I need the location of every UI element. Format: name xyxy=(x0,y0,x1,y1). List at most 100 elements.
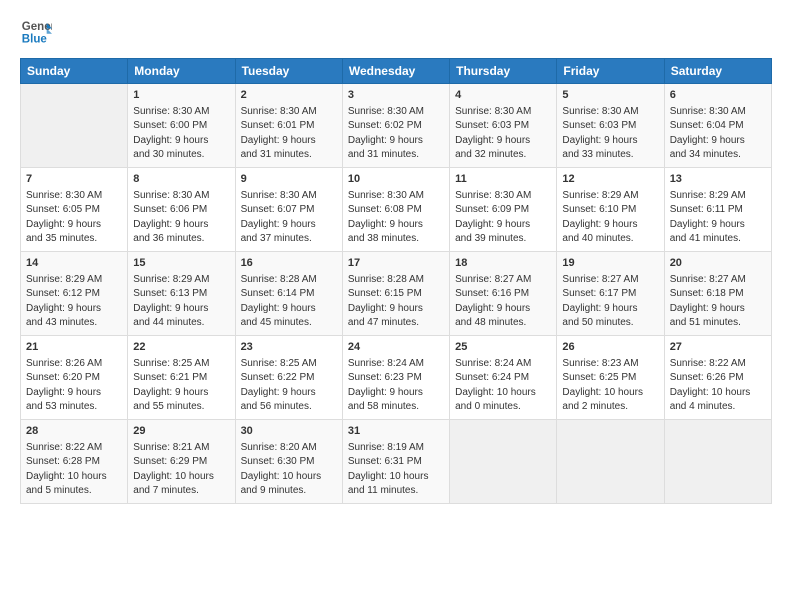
day-info-line: and 35 minutes. xyxy=(26,232,122,247)
day-info-line: and 56 minutes. xyxy=(241,400,337,415)
day-info-line: Daylight: 9 hours xyxy=(133,302,229,317)
calendar-cell: 14Sunrise: 8:29 AMSunset: 6:12 PMDayligh… xyxy=(21,251,128,335)
day-number: 26 xyxy=(562,340,658,356)
day-info-line: Daylight: 9 hours xyxy=(241,134,337,149)
day-info-line: and 45 minutes. xyxy=(241,316,337,331)
day-info-line: Sunrise: 8:28 AM xyxy=(348,273,444,288)
calendar-cell: 1Sunrise: 8:30 AMSunset: 6:00 PMDaylight… xyxy=(128,84,235,168)
day-info-line: Sunrise: 8:29 AM xyxy=(133,273,229,288)
day-info-line: and 58 minutes. xyxy=(348,400,444,415)
day-info-line: and 4 minutes. xyxy=(670,400,766,415)
day-info-line: Sunset: 6:29 PM xyxy=(133,455,229,470)
svg-text:Blue: Blue xyxy=(22,34,48,46)
day-info-line: Daylight: 10 hours xyxy=(455,386,551,401)
day-info-line: and 5 minutes. xyxy=(26,484,122,499)
day-number: 23 xyxy=(241,340,337,356)
calendar-week-row: 14Sunrise: 8:29 AMSunset: 6:12 PMDayligh… xyxy=(21,251,772,335)
calendar-cell: 7Sunrise: 8:30 AMSunset: 6:05 PMDaylight… xyxy=(21,167,128,251)
day-info-line: and 51 minutes. xyxy=(670,316,766,331)
calendar-cell: 21Sunrise: 8:26 AMSunset: 6:20 PMDayligh… xyxy=(21,335,128,419)
logo-icon: General Blue xyxy=(20,16,52,48)
day-info-line: and 38 minutes. xyxy=(348,232,444,247)
day-number: 3 xyxy=(348,88,444,104)
day-info-line: Sunset: 6:05 PM xyxy=(26,203,122,218)
day-info-line: Sunrise: 8:30 AM xyxy=(562,105,658,120)
day-info-line: Daylight: 9 hours xyxy=(133,386,229,401)
day-info-line: Sunrise: 8:28 AM xyxy=(241,273,337,288)
day-info-line: Sunrise: 8:24 AM xyxy=(348,357,444,372)
day-info-line: Sunrise: 8:22 AM xyxy=(670,357,766,372)
day-info-line: Sunrise: 8:30 AM xyxy=(670,105,766,120)
day-info-line: and 32 minutes. xyxy=(455,148,551,163)
day-info-line: Daylight: 9 hours xyxy=(455,302,551,317)
day-number: 21 xyxy=(26,340,122,356)
calendar-cell: 30Sunrise: 8:20 AMSunset: 6:30 PMDayligh… xyxy=(235,419,342,503)
day-info-line: and 31 minutes. xyxy=(241,148,337,163)
day-number: 22 xyxy=(133,340,229,356)
day-info-line: Sunset: 6:03 PM xyxy=(455,119,551,134)
day-number: 30 xyxy=(241,424,337,440)
day-info-line: Sunrise: 8:30 AM xyxy=(133,105,229,120)
day-info-line: Sunset: 6:06 PM xyxy=(133,203,229,218)
day-info-line: and 2 minutes. xyxy=(562,400,658,415)
weekday-header: Wednesday xyxy=(342,59,449,84)
day-number: 13 xyxy=(670,172,766,188)
day-info-line: Daylight: 9 hours xyxy=(562,218,658,233)
day-info-line: Sunset: 6:31 PM xyxy=(348,455,444,470)
day-info-line: Sunrise: 8:25 AM xyxy=(133,357,229,372)
day-info-line: and 0 minutes. xyxy=(455,400,551,415)
day-number: 7 xyxy=(26,172,122,188)
day-info-line: Sunrise: 8:24 AM xyxy=(455,357,551,372)
day-number: 9 xyxy=(241,172,337,188)
weekday-header: Saturday xyxy=(664,59,771,84)
calendar-cell: 20Sunrise: 8:27 AMSunset: 6:18 PMDayligh… xyxy=(664,251,771,335)
day-info-line: Sunset: 6:00 PM xyxy=(133,119,229,134)
day-number: 6 xyxy=(670,88,766,104)
day-info-line: and 33 minutes. xyxy=(562,148,658,163)
day-info-line: Daylight: 9 hours xyxy=(241,302,337,317)
calendar-week-row: 28Sunrise: 8:22 AMSunset: 6:28 PMDayligh… xyxy=(21,419,772,503)
day-info-line: Sunset: 6:16 PM xyxy=(455,287,551,302)
calendar-cell: 2Sunrise: 8:30 AMSunset: 6:01 PMDaylight… xyxy=(235,84,342,168)
calendar-cell: 26Sunrise: 8:23 AMSunset: 6:25 PMDayligh… xyxy=(557,335,664,419)
day-info-line: Daylight: 9 hours xyxy=(348,386,444,401)
day-info-line: Daylight: 9 hours xyxy=(455,218,551,233)
day-info-line: Sunset: 6:14 PM xyxy=(241,287,337,302)
day-info-line: Daylight: 9 hours xyxy=(670,302,766,317)
day-info-line: and 36 minutes. xyxy=(133,232,229,247)
calendar-cell: 15Sunrise: 8:29 AMSunset: 6:13 PMDayligh… xyxy=(128,251,235,335)
day-info-line: Daylight: 9 hours xyxy=(26,386,122,401)
day-info-line: Sunset: 6:17 PM xyxy=(562,287,658,302)
day-info-line: Sunrise: 8:22 AM xyxy=(26,441,122,456)
day-info-line: Sunrise: 8:30 AM xyxy=(26,189,122,204)
day-number: 5 xyxy=(562,88,658,104)
day-info-line: Sunrise: 8:30 AM xyxy=(348,189,444,204)
calendar-week-row: 1Sunrise: 8:30 AMSunset: 6:00 PMDaylight… xyxy=(21,84,772,168)
calendar-cell: 31Sunrise: 8:19 AMSunset: 6:31 PMDayligh… xyxy=(342,419,449,503)
calendar-cell: 18Sunrise: 8:27 AMSunset: 6:16 PMDayligh… xyxy=(450,251,557,335)
day-info-line: Sunset: 6:18 PM xyxy=(670,287,766,302)
day-info-line: Sunset: 6:24 PM xyxy=(455,371,551,386)
day-number: 2 xyxy=(241,88,337,104)
day-number: 18 xyxy=(455,256,551,272)
weekday-header: Monday xyxy=(128,59,235,84)
day-info-line: Sunrise: 8:30 AM xyxy=(133,189,229,204)
day-info-line: Daylight: 10 hours xyxy=(133,470,229,485)
day-info-line: Sunrise: 8:21 AM xyxy=(133,441,229,456)
day-info-line: Sunrise: 8:27 AM xyxy=(562,273,658,288)
day-info-line: and 30 minutes. xyxy=(133,148,229,163)
weekday-header: Tuesday xyxy=(235,59,342,84)
day-info-line: and 44 minutes. xyxy=(133,316,229,331)
calendar-cell: 29Sunrise: 8:21 AMSunset: 6:29 PMDayligh… xyxy=(128,419,235,503)
day-number: 15 xyxy=(133,256,229,272)
calendar-cell xyxy=(557,419,664,503)
calendar-cell: 11Sunrise: 8:30 AMSunset: 6:09 PMDayligh… xyxy=(450,167,557,251)
day-info-line: Sunrise: 8:27 AM xyxy=(670,273,766,288)
day-info-line: Daylight: 9 hours xyxy=(670,134,766,149)
day-info-line: Daylight: 9 hours xyxy=(26,302,122,317)
day-info-line: Daylight: 10 hours xyxy=(562,386,658,401)
day-info-line: Sunset: 6:26 PM xyxy=(670,371,766,386)
day-number: 17 xyxy=(348,256,444,272)
day-number: 24 xyxy=(348,340,444,356)
day-info-line: Daylight: 9 hours xyxy=(455,134,551,149)
